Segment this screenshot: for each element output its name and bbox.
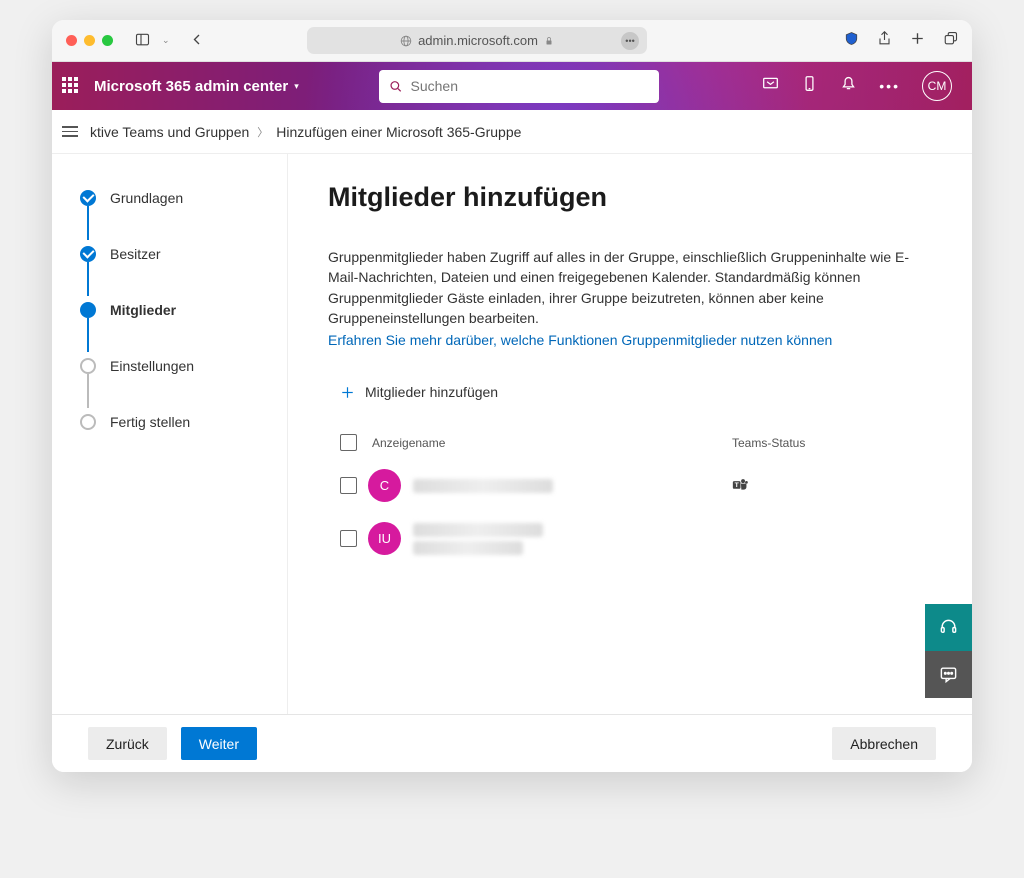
help-headset-icon[interactable] <box>925 604 972 651</box>
table-header: Anzeigename Teams-Status <box>328 426 932 459</box>
new-tab-icon[interactable] <box>910 31 925 51</box>
breadcrumb-current: Hinzufügen einer Microsoft 365-Gruppe <box>276 124 521 140</box>
teach-icon[interactable] <box>762 75 779 97</box>
page-actions-icon[interactable]: ••• <box>621 32 639 50</box>
page-heading: Mitglieder hinzufügen <box>328 182 932 213</box>
step-grundlagen[interactable]: Grundlagen <box>80 184 287 212</box>
mobile-icon[interactable] <box>801 75 818 97</box>
breadcrumb-separator-icon: 〉 <box>257 124 268 140</box>
back-icon[interactable] <box>190 32 205 50</box>
main-area: Grundlagen Besitzer Mitglieder Einstellu… <box>52 154 972 714</box>
address-bar[interactable]: admin.microsoft.com ••• <box>307 27 647 54</box>
teams-icon: T <box>732 476 749 493</box>
search-box[interactable] <box>379 70 659 103</box>
learn-more-link[interactable]: Erfahren Sie mehr darüber, welche Funkti… <box>328 332 832 348</box>
table-row[interactable]: C T <box>328 459 932 512</box>
wizard-footer: Zurück Weiter Abbrechen <box>52 714 972 772</box>
back-button[interactable]: Zurück <box>88 727 167 760</box>
step-upcoming-icon <box>80 414 96 430</box>
window-controls <box>66 35 113 46</box>
member-name-redacted <box>413 479 553 493</box>
floating-actions <box>925 604 972 698</box>
header-actions: ••• CM <box>762 71 962 101</box>
step-einstellungen[interactable]: Einstellungen <box>80 352 287 380</box>
close-window-button[interactable] <box>66 35 77 46</box>
row-checkbox[interactable] <box>340 530 357 547</box>
nav-menu-icon[interactable] <box>62 126 78 137</box>
step-besitzer[interactable]: Besitzer <box>80 240 287 268</box>
sidebar-toggle-icon[interactable] <box>135 32 150 50</box>
title-dropdown-icon[interactable]: ▾ <box>294 81 299 92</box>
cancel-button[interactable]: Abbrechen <box>832 727 936 760</box>
breadcrumb: ktive Teams und Gruppen 〉 Hinzufügen ein… <box>52 110 972 154</box>
next-button[interactable]: Weiter <box>181 727 257 760</box>
safari-toolbar: ⌄ admin.microsoft.com ••• <box>52 20 972 62</box>
page-description: Gruppenmitglieder haben Zugriff auf alle… <box>328 247 932 328</box>
user-avatar[interactable]: CM <box>922 71 952 101</box>
browser-window: ⌄ admin.microsoft.com ••• <box>52 20 972 772</box>
member-avatar: IU <box>368 522 401 555</box>
member-avatar: C <box>368 469 401 502</box>
search-input[interactable] <box>411 78 649 94</box>
maximize-window-button[interactable] <box>102 35 113 46</box>
more-icon[interactable]: ••• <box>879 78 900 94</box>
step-fertig-stellen[interactable]: Fertig stellen <box>80 408 287 436</box>
privacy-shield-icon[interactable] <box>844 31 859 51</box>
members-table: Anzeigename Teams-Status C T <box>328 426 932 565</box>
tabs-icon[interactable] <box>943 31 958 51</box>
content-panel: Mitglieder hinzufügen Gruppenmitglieder … <box>287 154 972 714</box>
table-row[interactable]: IU <box>328 512 932 565</box>
share-icon[interactable] <box>877 31 892 51</box>
feedback-chat-icon[interactable] <box>925 651 972 698</box>
breadcrumb-root[interactable]: ktive Teams und Gruppen <box>90 124 249 140</box>
add-members-label: Mitglieder hinzufügen <box>365 384 498 400</box>
step-upcoming-icon <box>80 358 96 374</box>
member-name-redacted <box>413 523 543 555</box>
add-members-button[interactable]: Mitglieder hinzufügen <box>328 378 932 406</box>
step-done-icon <box>80 246 96 262</box>
app-launcher-icon[interactable] <box>62 77 80 95</box>
row-checkbox[interactable] <box>340 477 357 494</box>
wizard-steps: Grundlagen Besitzer Mitglieder Einstellu… <box>52 154 287 714</box>
chevron-down-icon[interactable]: ⌄ <box>162 35 170 46</box>
lock-icon <box>544 36 554 46</box>
step-current-icon <box>80 302 96 318</box>
minimize-window-button[interactable] <box>84 35 95 46</box>
url-text: admin.microsoft.com <box>418 33 538 48</box>
col-teams-status[interactable]: Teams-Status <box>732 436 932 450</box>
safari-nav-icons: ⌄ <box>135 32 205 50</box>
bell-icon[interactable] <box>840 75 857 97</box>
select-all-checkbox[interactable] <box>340 434 357 451</box>
col-anzeigename[interactable]: Anzeigename <box>368 436 732 450</box>
safari-right-icons <box>844 31 958 51</box>
step-done-icon <box>80 190 96 206</box>
admin-header: Microsoft 365 admin center ▾ ••• CM <box>52 62 972 110</box>
step-mitglieder[interactable]: Mitglieder <box>80 296 287 324</box>
app-title: Microsoft 365 admin center <box>94 78 288 95</box>
